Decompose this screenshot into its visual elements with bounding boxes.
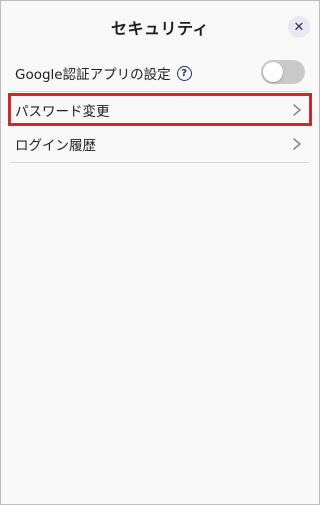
google-authenticator-toggle[interactable] (261, 60, 305, 84)
header: セキュリティ ✕ (1, 11, 319, 43)
list-item-password-change[interactable]: パスワード変更 (8, 93, 312, 126)
chevron-right-icon (293, 103, 301, 116)
chevron-right-icon (293, 138, 301, 150)
list-item-login-history[interactable]: ログイン履歴 (11, 126, 309, 163)
page-title: セキュリティ (110, 19, 210, 38)
modal-frame: セキュリティ ✕ Google認証アプリの設定 ? パスワード変更 ログイン履歴 (0, 0, 320, 505)
security-sheet: セキュリティ ✕ Google認証アプリの設定 ? パスワード変更 ログイン履歴 (1, 1, 319, 504)
list-item-google-authenticator: Google認証アプリの設定 ? (11, 55, 309, 92)
settings-list: Google認証アプリの設定 ? パスワード変更 ログイン履歴 (8, 55, 312, 163)
toggle-knob (263, 62, 283, 82)
login-history-label: ログイン履歴 (15, 138, 96, 154)
close-button[interactable]: ✕ (288, 16, 310, 38)
password-change-label: パスワード変更 (15, 103, 110, 120)
close-icon: ✕ (293, 19, 305, 35)
help-icon[interactable]: ? (176, 65, 192, 81)
google-authenticator-label: Google認証アプリの設定 (15, 67, 171, 83)
